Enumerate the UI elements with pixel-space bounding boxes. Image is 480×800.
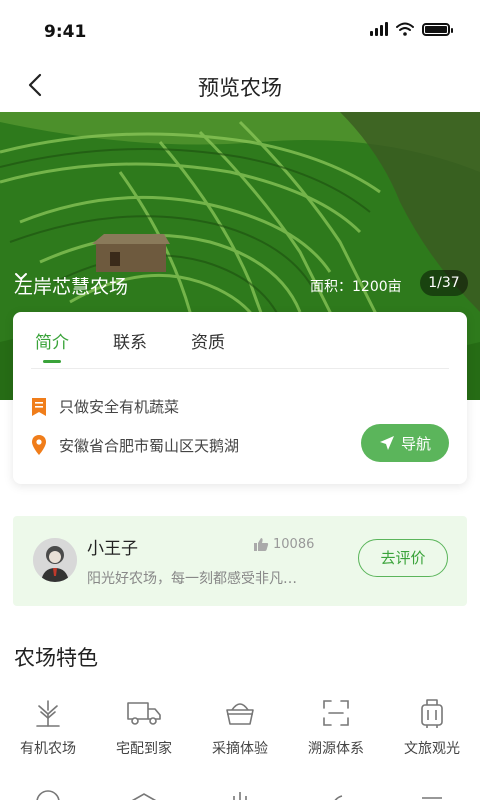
nav-bar: 预览农场 (0, 62, 480, 108)
review-card: 小王子 10086 阳光好农场，每一刻都感受非凡… 去评价 (13, 516, 467, 606)
feature-delivery[interactable]: 宅配到家 (96, 696, 192, 758)
features-grid: 有机农场 宅配到家 采摘体验 溯源体系 文旅观光 (0, 696, 480, 758)
navigate-button[interactable]: 导航 (361, 424, 449, 462)
tab-intro[interactable]: 简介 (35, 328, 69, 363)
document-icon (32, 397, 46, 416)
page-title: 预览农场 (198, 76, 282, 100)
feature-label: 采摘体验 (212, 741, 268, 757)
chevron-down-icon (15, 273, 27, 281)
box-icon (422, 797, 442, 799)
basket-icon (226, 703, 254, 725)
status-bar: 9:41 (0, 0, 480, 60)
scan-icon (323, 700, 349, 726)
feature-label: 有机农场 (20, 741, 76, 757)
globe-icon (36, 790, 60, 800)
feature-organic-farm[interactable]: 有机农场 (0, 696, 96, 758)
farm-name-selector[interactable]: 左岸芯慧农场 (14, 272, 128, 299)
feature-label: 文旅观光 (404, 741, 460, 757)
like-count[interactable]: 10086 (253, 537, 314, 552)
location-pin-icon (32, 435, 46, 455)
feature-tourism[interactable]: 文旅观光 (384, 696, 480, 758)
write-review-button[interactable]: 去评价 (358, 539, 448, 577)
luggage-icon (421, 699, 443, 728)
leaf-icon (334, 795, 343, 800)
feature-traceability[interactable]: 溯源体系 (288, 696, 384, 758)
wifi-icon (396, 22, 414, 36)
house-icon (131, 793, 157, 800)
intro-text: 只做安全有机蔬菜 (59, 398, 180, 416)
address-text: 安徽省合肥市蜀山区天鹅湖 (59, 436, 240, 455)
info-tabs: 简介 联系 资质 (35, 328, 225, 363)
feature-label: 溯源体系 (308, 741, 364, 757)
navigation-arrow-icon (379, 436, 394, 450)
battery-icon (422, 22, 453, 36)
tab-contact[interactable]: 联系 (113, 328, 147, 363)
status-time: 9:41 (44, 22, 87, 42)
reviewer-name: 小王子 (87, 539, 138, 559)
likes-value: 10086 (273, 537, 315, 552)
feature-picking[interactable]: 采摘体验 (192, 696, 288, 758)
review-text: 阳光好农场，每一刻都感受非凡… (87, 571, 297, 587)
plant-icon (233, 792, 247, 800)
avatar (33, 538, 77, 582)
features-row-2 (0, 788, 480, 800)
navigate-label: 导航 (400, 434, 431, 453)
farm-name: 左岸芯慧农场 (14, 276, 129, 298)
intro-row: 只做安全有机蔬菜 (31, 396, 179, 417)
feature-label: 宅配到家 (116, 741, 172, 757)
photo-counter: 1/37 (420, 270, 468, 296)
status-icons (370, 22, 453, 36)
signal-icon (370, 22, 388, 36)
delivery-truck-icon (127, 702, 161, 725)
divider (31, 368, 449, 369)
organic-farm-icon (36, 700, 60, 727)
farm-info-card: 简介 联系 资质 只做安全有机蔬菜 安徽省合肥市蜀山区天鹅湖 导航 (13, 312, 467, 484)
thumbs-up-icon (254, 538, 269, 551)
tab-qualification[interactable]: 资质 (191, 328, 225, 363)
features-title: 农场特色 (14, 646, 98, 670)
address-row: 安徽省合肥市蜀山区天鹅湖 (31, 434, 239, 456)
farm-area: 面积：1200亩 (310, 279, 402, 295)
